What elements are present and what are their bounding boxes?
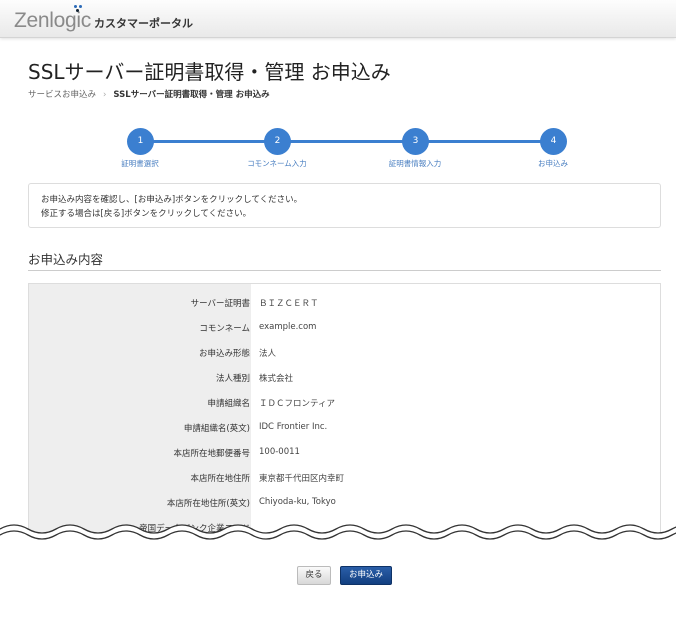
row-label: 本店所在地住所	[190, 474, 250, 484]
table-row: 法人種別 株式会社	[29, 364, 662, 389]
row-label: 本店所在地郵便番号	[173, 449, 250, 459]
notice-box: お申込み内容を確認し、[お申込み]ボタンをクリックしてください。 修正する場合は…	[28, 183, 661, 228]
row-label: 申請組織名(英文)	[183, 424, 250, 434]
row-value: 法人	[259, 349, 277, 359]
row-value: Chiyoda-ku, Tokyo	[259, 497, 336, 507]
torn-edge-divider	[0, 524, 676, 555]
table-row: 本店所在地郵便番号 100-0011	[29, 439, 662, 464]
table-row: お申込み形態 法人	[29, 339, 662, 364]
step-4-label: お申込み	[538, 159, 568, 168]
step-3-label: 証明書情報入力	[388, 159, 442, 168]
row-label: サーバー証明書	[190, 299, 250, 309]
table-row: 本店所在地住所(英文) Chiyoda-ku, Tokyo	[29, 489, 662, 514]
row-value: 100-0011	[259, 447, 300, 457]
notice-line: 修正する場合は[戻る]ボタンをクリックしてください。	[41, 209, 252, 219]
row-value: example.com	[259, 322, 317, 332]
notice-line: お申込み内容を確認し、[お申込み]ボタンをクリックしてください。	[41, 195, 303, 205]
row-label: コモンネーム	[199, 324, 250, 334]
apply-button[interactable]: お申込み	[340, 566, 392, 585]
step-1-label: 証明書選択	[121, 159, 159, 168]
row-label: 申請組織名	[207, 399, 250, 409]
table-row: 本店所在地住所 東京都千代田区内幸町	[29, 464, 662, 489]
section-heading: お申込み内容	[28, 249, 661, 271]
row-value: IDC Frontier Inc.	[259, 422, 328, 432]
application-details-table: サーバー証明書 ＢＩＺＣＥＲＴ コモンネーム example.com お申込み形態法…	[28, 283, 661, 543]
table-row: コモンネーム example.com	[29, 314, 662, 339]
row-value: 東京都千代田区内幸町	[259, 474, 345, 484]
step-3-circle: 3	[402, 128, 429, 155]
row-value: ＢＩＺＣＥＲＴ	[259, 299, 319, 309]
table-row: 申請組織名(英文) IDC Frontier Inc.	[29, 414, 662, 439]
back-button[interactable]: 戻る	[297, 566, 331, 585]
step-1-circle: 1	[127, 128, 154, 155]
row-label: 法人種別	[215, 374, 250, 384]
stepper-line	[140, 140, 553, 143]
table-row: サーバー証明書 ＢＩＺＣＥＲＴ	[29, 289, 662, 314]
step-2-circle: 2	[264, 128, 291, 155]
step-4-circle: 4	[540, 128, 567, 155]
row-value: ＩＤＣフロンティア	[259, 399, 335, 409]
row-label: 本店所在地住所(英文)	[166, 499, 250, 509]
progress-stepper: 1 2 3 4 証明書選択 コモンネーム入力 証明書情報入力 お申込み	[0, 0, 676, 180]
row-label: お申込み形態	[198, 349, 250, 359]
step-2-label: コモンネーム入力	[247, 159, 307, 168]
table-row: 申請組織名 ＩＤＣフロンティア	[29, 389, 662, 414]
row-value: 株式会社	[259, 374, 294, 384]
